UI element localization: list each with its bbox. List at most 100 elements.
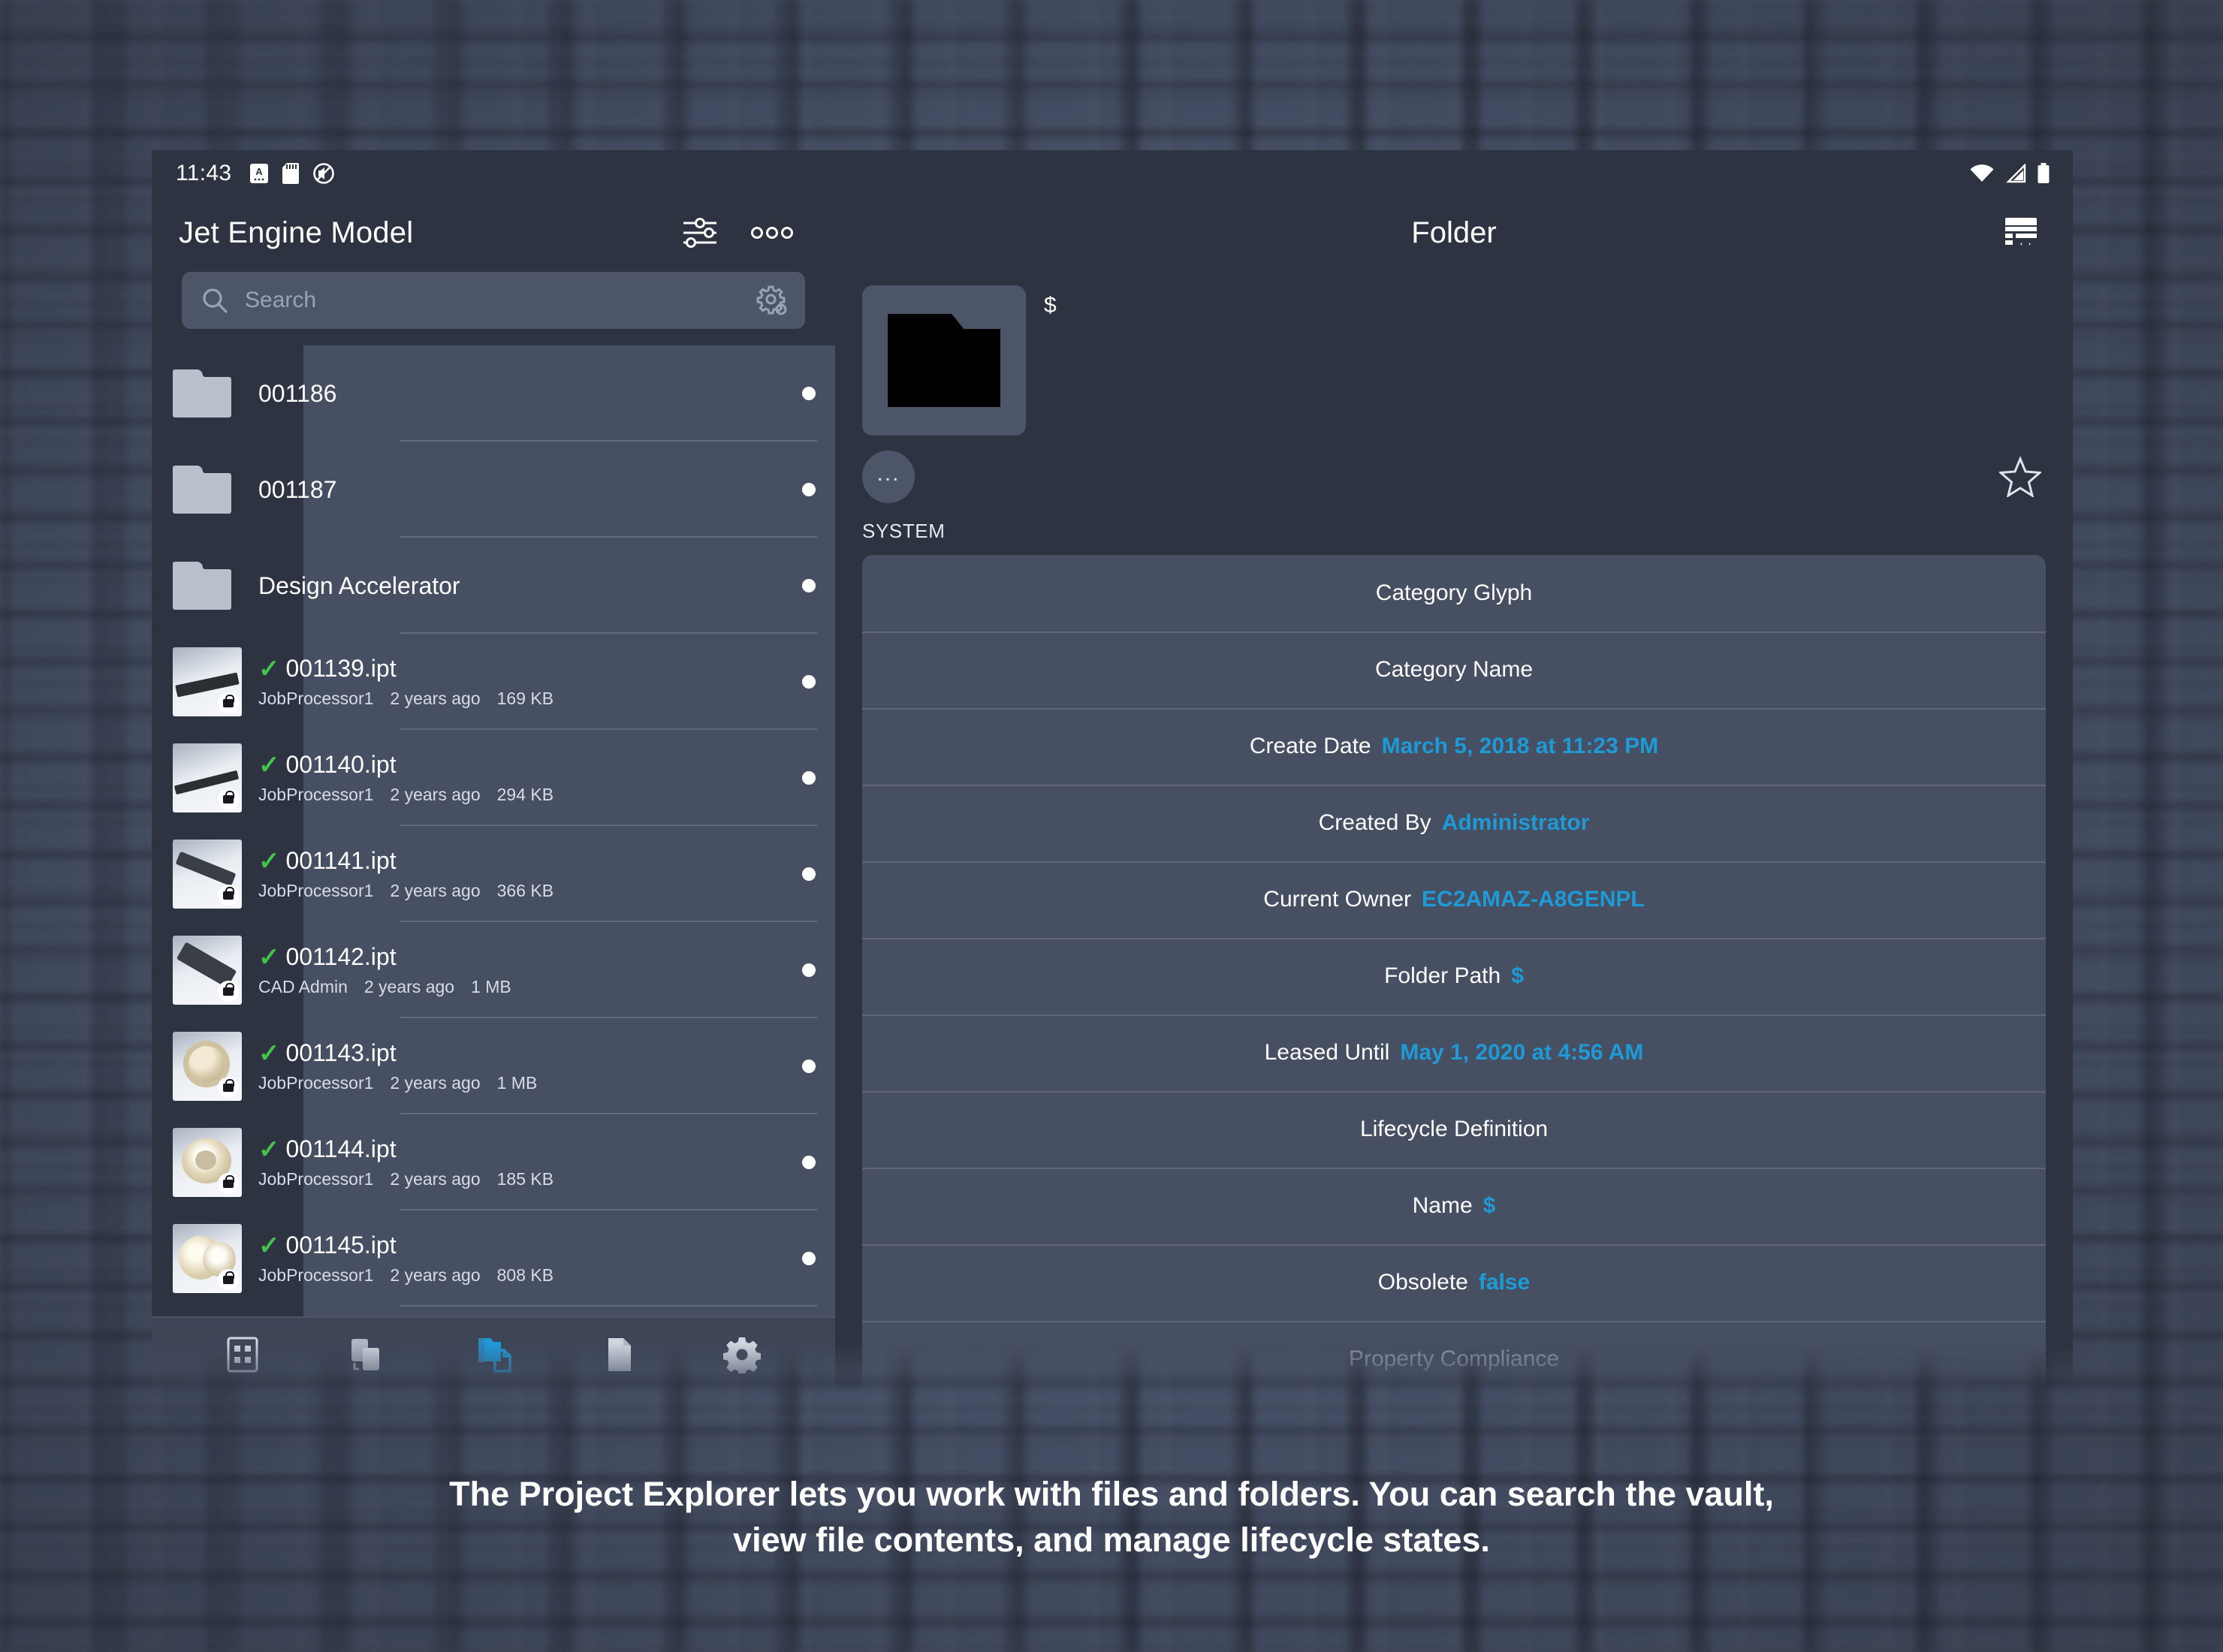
file-list-item[interactable]: ✓ 001140.ipt JobProcessor1 2 years ago 294 K… (152, 730, 835, 826)
property-row[interactable]: Category Name (862, 632, 2046, 708)
item-size: 185 KB (496, 1169, 554, 1189)
property-row[interactable]: Leased Until May 1, 2020 at 4:56 AM (862, 1014, 2046, 1091)
item-modified: 2 years ago (390, 689, 481, 708)
sd-card-icon (282, 162, 300, 185)
item-status-dot[interactable] (802, 963, 816, 977)
search-icon (201, 287, 228, 314)
nav-settings-gear-icon[interactable] (723, 1336, 761, 1373)
file-thumbnail (173, 936, 242, 1005)
detail-pane: Folder $ ... SYSTEM Category Glyph Categ… (835, 197, 2073, 1393)
property-value: EC2AMAZ-A8GENPL (1422, 887, 1645, 912)
file-list-item[interactable]: ✓ 001142.ipt CAD Admin 2 years ago 1 MB (152, 922, 835, 1018)
caption: The Project Explorer lets you work with … (0, 1472, 2223, 1563)
item-name: 001139.ipt (285, 655, 397, 682)
project-explorer-pane: Jet Engine Model Search 001186 001187 De… (152, 197, 835, 1393)
property-row[interactable]: Create Date March 5, 2018 at 11:23 PM (862, 708, 2046, 785)
status-bar-clock: 11:43 (176, 161, 232, 185)
item-name: 001142.ipt (285, 943, 397, 970)
star-outline-icon[interactable] (1999, 457, 2041, 497)
item-owner: JobProcessor1 (258, 881, 374, 900)
no-sound-icon (312, 162, 335, 185)
file-thumbnail (173, 743, 242, 812)
item-name: 001186 (258, 379, 337, 407)
checked-out-check-icon: ✓ (258, 1231, 280, 1260)
battery-icon (2037, 163, 2050, 184)
property-label: Leased Until (1264, 1040, 1390, 1065)
item-name: 001144.ipt (285, 1135, 397, 1162)
property-label: Lifecycle Definition (1359, 1117, 1549, 1141)
item-owner: JobProcessor1 (258, 1073, 374, 1093)
item-status-dot[interactable] (802, 867, 816, 881)
property-row[interactable]: Category Glyph (862, 555, 2046, 632)
property-label: Category Name (1374, 657, 1534, 682)
item-status-dot[interactable] (802, 675, 816, 689)
checked-out-check-icon: ✓ (258, 846, 280, 876)
wifi-icon (1969, 164, 1995, 183)
nav-project-explorer-icon[interactable] (474, 1334, 516, 1376)
checked-out-check-icon: ✓ (258, 942, 280, 972)
item-status-dot[interactable] (802, 1060, 816, 1073)
keyboard-indicator-icon: A (249, 162, 269, 185)
lock-icon (218, 1269, 239, 1290)
cellular-signal-icon (2005, 164, 2026, 183)
nav-file-copy-icon[interactable] (348, 1336, 385, 1373)
property-row[interactable]: Current Owner EC2AMAZ-A8GENPL (862, 861, 2046, 938)
file-list-item[interactable]: ✓ 001143.ipt JobProcessor1 2 years ago 1 MB (152, 1018, 835, 1114)
property-row[interactable]: Created By Administrator (862, 785, 2046, 861)
property-row[interactable]: Lifecycle Definition (862, 1091, 2046, 1168)
file-list-scroll[interactable]: 001186 001187 Design Accelerator ✓ 001139.ip… (152, 345, 835, 1316)
file-thumbnail (173, 840, 242, 909)
item-name: 001143.ipt (285, 1039, 397, 1066)
lock-icon (218, 981, 239, 1002)
item-modified: 2 years ago (390, 1073, 481, 1093)
caption-line-2: view file contents, and manage lifecycle… (733, 1520, 1490, 1559)
property-row[interactable]: Folder Path $ (862, 938, 2046, 1014)
file-list-item[interactable]: ✓ 001141.ipt JobProcessor1 2 years ago 366 K… (152, 826, 835, 922)
folder-preview-thumbnail[interactable] (862, 285, 1026, 436)
lock-icon (218, 788, 239, 809)
detail-title: Folder (1411, 216, 1497, 249)
filter-sliders-icon[interactable] (682, 216, 718, 249)
item-owner: CAD Admin (258, 977, 348, 996)
property-row[interactable]: Obsolete false (862, 1244, 2046, 1321)
item-status-dot[interactable] (802, 387, 816, 400)
bottom-navigation-bar (152, 1316, 835, 1393)
item-owner: JobProcessor1 (258, 785, 374, 804)
item-size: 1 MB (496, 1073, 538, 1093)
folder-list-item[interactable]: 001186 (152, 345, 835, 442)
folder-list-item[interactable]: Design Accelerator (152, 538, 835, 634)
file-list-item[interactable]: ✓ 001144.ipt JobProcessor1 2 years ago 185 K… (152, 1114, 835, 1210)
search-input[interactable] (245, 288, 756, 313)
item-status-dot[interactable] (802, 579, 816, 592)
nav-home-grid-icon[interactable] (226, 1336, 259, 1373)
file-list-item[interactable]: ✓ 001145.ipt JobProcessor1 2 years ago 808 K… (152, 1210, 835, 1307)
item-status-dot[interactable] (802, 483, 816, 496)
search-settings-gear-icon[interactable] (756, 284, 789, 317)
item-status-dot[interactable] (802, 771, 816, 785)
item-owner: JobProcessor1 (258, 689, 374, 708)
item-modified: 2 years ago (390, 881, 481, 900)
property-row[interactable]: Property Compliance (862, 1321, 2046, 1393)
section-label-system: SYSTEM (862, 520, 946, 542)
item-status-dot[interactable] (802, 1156, 816, 1169)
folder-list-item[interactable]: 001187 (152, 442, 835, 538)
nav-document-icon[interactable] (605, 1336, 635, 1373)
app-window: 11:43 A Jet Engine Model Search 001186 0… (152, 150, 2073, 1393)
property-row[interactable]: Name $ (862, 1168, 2046, 1244)
more-actions-button[interactable]: ... (862, 451, 915, 503)
file-list-item[interactable]: ✓ 001139.ipt JobProcessor1 2 years ago 169 K… (152, 634, 835, 730)
item-size: 294 KB (496, 785, 554, 804)
properties-view-eye-icon[interactable] (2004, 215, 2041, 251)
property-value: false (1478, 1270, 1531, 1295)
item-name: 001187 (258, 475, 337, 503)
detail-pane-header: Folder (835, 197, 2073, 269)
property-value: $ (1483, 1193, 1496, 1218)
folder-icon (173, 359, 242, 428)
search-bar[interactable] (182, 272, 805, 329)
left-pane-header: Jet Engine Model (152, 197, 835, 269)
property-label: Property Compliance (1348, 1346, 1560, 1371)
item-modified: 2 years ago (363, 977, 455, 996)
overflow-menu-icon[interactable] (751, 225, 793, 240)
checked-out-check-icon: ✓ (258, 1135, 280, 1164)
item-status-dot[interactable] (802, 1252, 816, 1265)
